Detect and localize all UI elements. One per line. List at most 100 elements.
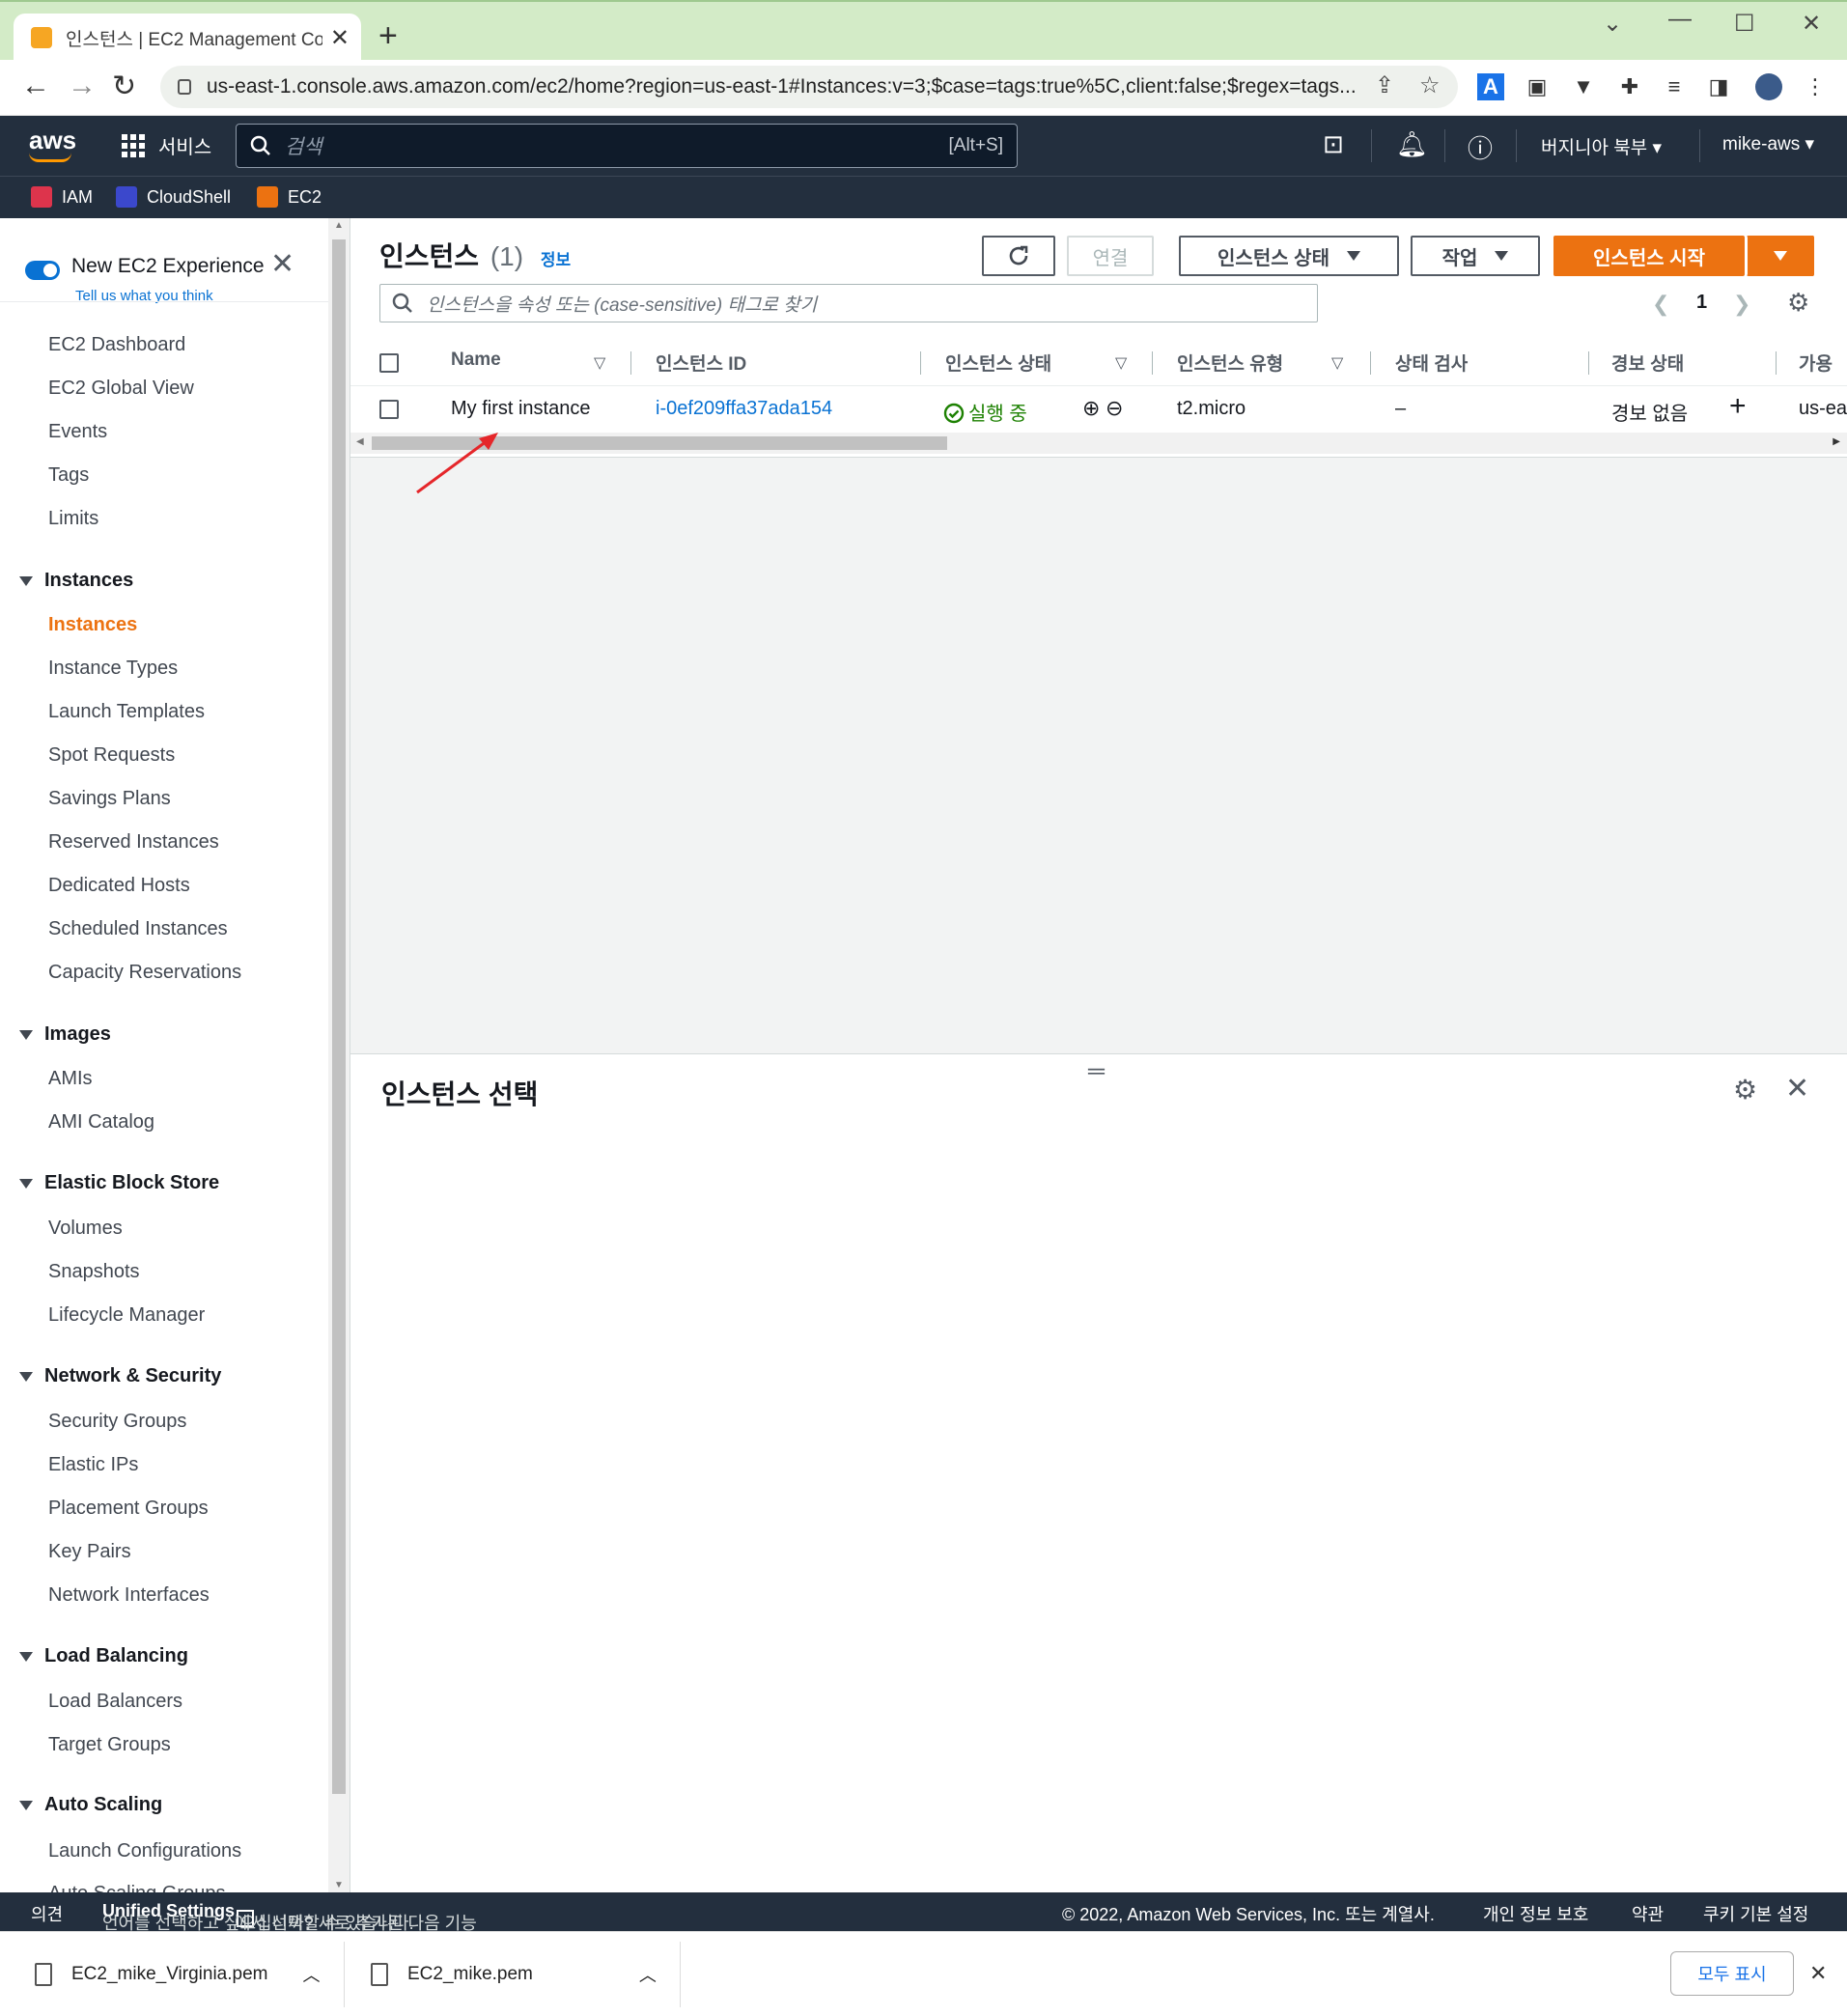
account-menu[interactable]: mike-aws ▾ [1722,133,1814,155]
scroll-left-icon[interactable]: ◀ [356,436,364,447]
extension-icon[interactable]: ▣ [1524,73,1551,100]
favorite-cloudshell[interactable]: CloudShell [116,186,231,208]
column-header-availability-zone[interactable]: 가용 [1799,350,1833,376]
close-detail-icon[interactable]: ✕ [1785,1072,1809,1106]
back-button[interactable]: ← [21,70,50,102]
sidebar-item-events[interactable]: Events [48,421,107,443]
help-icon[interactable]: ⓘ [1468,129,1493,165]
maximize-button[interactable]: ☐ [1734,10,1755,38]
sidebar-item-elastic-ips[interactable]: Elastic IPs [48,1454,138,1476]
instance-name[interactable]: My first instance [451,398,590,420]
sidebar-item-launch-templates[interactable]: Launch Templates [48,701,205,723]
column-header-instance-type[interactable]: 인스턴스 유형 [1177,350,1283,376]
feedback-button[interactable]: 의견 [31,1901,63,1926]
chevron-up-icon[interactable]: ︿ [302,1962,320,1987]
launch-dropdown-button[interactable] [1747,236,1814,276]
extension-v-icon[interactable]: ▼ [1570,73,1597,100]
sidebar-item-load-balancers[interactable]: Load Balancers [48,1691,182,1713]
instance-state-button[interactable]: 인스턴스 상태 [1179,236,1399,276]
column-header-alarm-status[interactable]: 경보 상태 [1611,350,1684,376]
bookmark-star-icon[interactable]: ☆ [1419,71,1441,99]
close-downloads-icon[interactable]: ✕ [1809,1961,1827,1986]
reload-button[interactable]: ↻ [112,70,136,103]
preferences-gear-icon[interactable]: ⚙ [1787,288,1809,318]
scroll-right-icon[interactable]: ▶ [1833,436,1840,447]
translate-extension-icon[interactable]: A [1477,73,1504,100]
sort-icon[interactable]: ▽ [1331,353,1343,373]
previous-page-icon[interactable]: ❮ [1652,292,1669,317]
scroll-down-icon[interactable]: ▼ [334,1880,344,1890]
sidebar-item-savings-plans[interactable]: Savings Plans [48,788,171,810]
info-link[interactable]: 정보 [541,251,571,269]
sidebar-item-reserved-instances[interactable]: Reserved Instances [48,831,219,854]
sidebar-item-ami-catalog[interactable]: AMI Catalog [48,1111,154,1134]
sidebar-item-tags[interactable]: Tags [48,464,89,487]
actions-button[interactable]: 작업 [1411,236,1540,276]
column-divider[interactable] [630,351,631,375]
scroll-up-icon[interactable]: ▲ [334,220,344,231]
sidebar-section-instances[interactable]: Instances [19,570,133,592]
chevron-up-icon[interactable]: ︿ [639,1962,657,1987]
sidebar-item-security-groups[interactable]: Security Groups [48,1411,186,1433]
row-checkbox[interactable] [379,400,399,419]
sidebar-scrollbar[interactable]: ▲ ▼ [328,218,350,1892]
sidebar-item-dedicated-hosts[interactable]: Dedicated Hosts [48,875,190,897]
instance-filter-input[interactable]: 인스턴스을 속성 또는 (case-sensitive) 태그로 찾기 [379,284,1318,322]
sidebar-item-launch-configurations[interactable]: Launch Configurations [48,1840,241,1862]
sidebar-item-lifecycle-manager[interactable]: Lifecycle Manager [48,1304,205,1327]
media-control-icon[interactable]: ≡ [1661,73,1688,100]
sidebar-item-capacity-reservations[interactable]: Capacity Reservations [48,962,241,984]
new-experience-toggle[interactable] [25,261,60,280]
more-menu-icon[interactable]: ⋮ [1802,73,1829,100]
sidebar-section-load-balancing[interactable]: Load Balancing [19,1645,188,1667]
aws-logo[interactable]: aws [29,126,76,162]
close-window-button[interactable]: ✕ [1802,10,1821,38]
browser-tab[interactable]: 인스턴스 | EC2 Management Co ✕ [14,14,361,62]
notifications-bell-icon[interactable]: 🔔︎ [1396,129,1428,159]
close-tab-icon[interactable]: ✕ [330,24,350,52]
column-header-status-check[interactable]: 상태 검사 [1395,350,1468,376]
column-divider[interactable] [920,351,921,375]
detail-settings-gear-icon[interactable]: ⚙ [1733,1074,1757,1106]
column-divider[interactable] [1152,351,1153,375]
address-bar[interactable]: us-east-1.console.aws.amazon.com/ec2/hom… [160,66,1458,108]
zoom-in-icon[interactable]: ⊕ [1082,396,1100,421]
sort-icon[interactable]: ▽ [594,353,605,373]
download-item[interactable]: EC2_mike_Virginia.pem ︿ [35,1953,320,1996]
sidebar-item-spot-requests[interactable]: Spot Requests [48,744,175,767]
services-menu-button[interactable]: 서비스 [122,131,211,159]
show-all-downloads-button[interactable]: 모두 표시 [1670,1951,1794,1996]
close-sidebar-icon[interactable]: ✕ [270,247,294,281]
aws-search-input[interactable]: 검색 [Alt+S] [236,124,1018,168]
sidebar-section-auto-scaling[interactable]: Auto Scaling [19,1794,162,1816]
lock-icon[interactable] [178,79,191,95]
sidebar-item-ec2-global-view[interactable]: EC2 Global View [48,378,194,400]
sidebar-item-network-interfaces[interactable]: Network Interfaces [48,1584,210,1607]
current-page[interactable]: 1 [1696,292,1707,314]
connect-button[interactable]: 연결 [1067,236,1154,276]
sidebar-scroll-thumb[interactable] [332,239,346,1794]
column-divider[interactable] [1370,351,1371,375]
region-selector[interactable]: 버지니아 북부 ▾ [1541,133,1662,159]
launch-instances-button[interactable]: 인스턴스 시작 [1553,236,1745,276]
chevron-down-icon[interactable]: ⌄ [1603,10,1622,38]
cookie-preferences-link[interactable]: 쿠키 기본 설정 [1703,1901,1808,1926]
favorite-iam[interactable]: IAM [31,186,93,208]
column-header-name[interactable]: Name [451,350,501,371]
sidebar-item-auto-scaling-groups[interactable]: Auto Scaling Groups [48,1883,225,1892]
column-divider[interactable] [1776,351,1777,375]
side-panel-icon[interactable]: ◨ [1705,73,1732,100]
sidebar-item-key-pairs[interactable]: Key Pairs [48,1541,131,1563]
sidebar-section-network-security[interactable]: Network & Security [19,1365,221,1387]
sidebar-item-limits[interactable]: Limits [48,508,98,530]
column-header-instance-id[interactable]: 인스턴스 ID [656,350,746,376]
new-tab-button[interactable]: + [378,17,398,55]
sidebar-item-snapshots[interactable]: Snapshots [48,1261,140,1283]
sidebar-item-target-groups[interactable]: Target Groups [48,1734,171,1756]
download-item[interactable]: EC2_mike.pem ︿ [371,1953,657,1996]
minimize-button[interactable]: — [1668,6,1692,33]
column-header-instance-state[interactable]: 인스턴스 상태 [945,350,1051,376]
cloudshell-icon[interactable]: ⊡ [1323,129,1344,159]
refresh-button[interactable] [982,236,1055,276]
resize-handle-icon[interactable]: ═ [1088,1058,1105,1085]
